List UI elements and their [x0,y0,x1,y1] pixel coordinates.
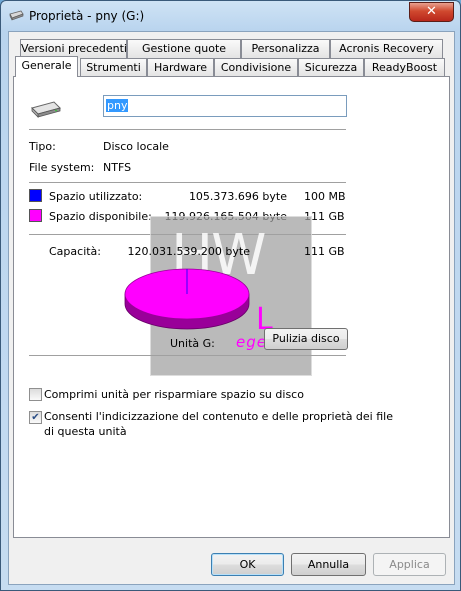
tab-readyboost[interactable]: ReadyBoost [364,58,445,77]
checkmark-icon: ✔ [31,412,40,423]
compress-checkbox[interactable] [29,388,42,401]
window-title: Proprietà - pny (G:) [29,9,145,23]
tab-label: Personalizza [251,42,320,55]
tab-label: ReadyBoost [371,61,438,74]
tab-label: Condivisione [220,61,292,74]
tab-sicurezza[interactable]: Sicurezza [298,58,364,77]
tab-condivisione[interactable]: Condivisione [214,58,298,77]
free-space-swatch [29,209,42,222]
apply-button[interactable]: Applica [373,553,446,576]
tab-acronis-recovery[interactable]: Acronis Recovery [330,39,443,58]
tab-generale[interactable]: Generale [15,56,78,77]
tab-label: Versioni precedenti [21,42,127,55]
capacity-bytes: 120.031.539.200 byte [127,245,250,258]
hard-drive-icon [31,101,61,118]
drive-letter-label: Unità G: [170,337,215,350]
tab-strumenti[interactable]: Strumenti [80,58,147,77]
tab-hardware[interactable]: Hardware [147,58,214,77]
type-value: Disco locale [103,140,169,153]
index-label-line2: di questa unità [44,425,127,438]
type-label: Tipo: [29,140,56,153]
ok-button[interactable]: OK [211,553,284,576]
index-label-line1: Consenti l'indicizzazione del contenuto … [44,410,393,423]
disk-cleanup-button[interactable]: Pulizia disco [264,328,348,350]
close-button[interactable]: ✕ [409,2,454,22]
used-space-bytes: 105.373.696 byte [188,190,287,203]
separator [29,129,346,130]
tab-label: Hardware [153,61,208,74]
tab-label: Gestione quote [141,42,227,55]
drive-name-input[interactable]: pny [103,95,347,117]
tab-label: Sicurezza [304,61,358,74]
separator [29,355,346,356]
tab-label: Strumenti [86,61,141,74]
tab-label: Acronis Recovery [339,42,434,55]
disk-usage-pie-chart [124,268,250,330]
filesystem-value: NTFS [103,161,132,174]
compress-label: Comprimi unità per risparmiare spazio su… [44,388,304,401]
tab-personalizza[interactable]: Personalizza [241,39,330,58]
title-bar[interactable]: Proprietà - pny (G:) ✕ [1,1,460,31]
separator [29,182,346,183]
capacity-label: Capacità: [49,245,102,258]
cancel-button[interactable]: Annulla [291,553,366,576]
capacity-size: 111 GB [304,245,345,258]
drive-name-text: pny [106,99,129,112]
filesystem-label: File system: [29,161,95,174]
close-icon: ✕ [426,4,437,19]
tab-gestione-quote[interactable]: Gestione quote [127,39,241,58]
free-space-label: Spazio disponibile: [49,210,152,223]
tab-label: Generale [21,59,72,72]
used-space-label: Spazio utilizzato: [49,190,143,203]
used-space-swatch [29,189,42,202]
index-checkbox[interactable]: ✔ [29,411,42,424]
drive-small-icon [9,10,24,21]
used-space-size: 100 MB [304,190,346,203]
